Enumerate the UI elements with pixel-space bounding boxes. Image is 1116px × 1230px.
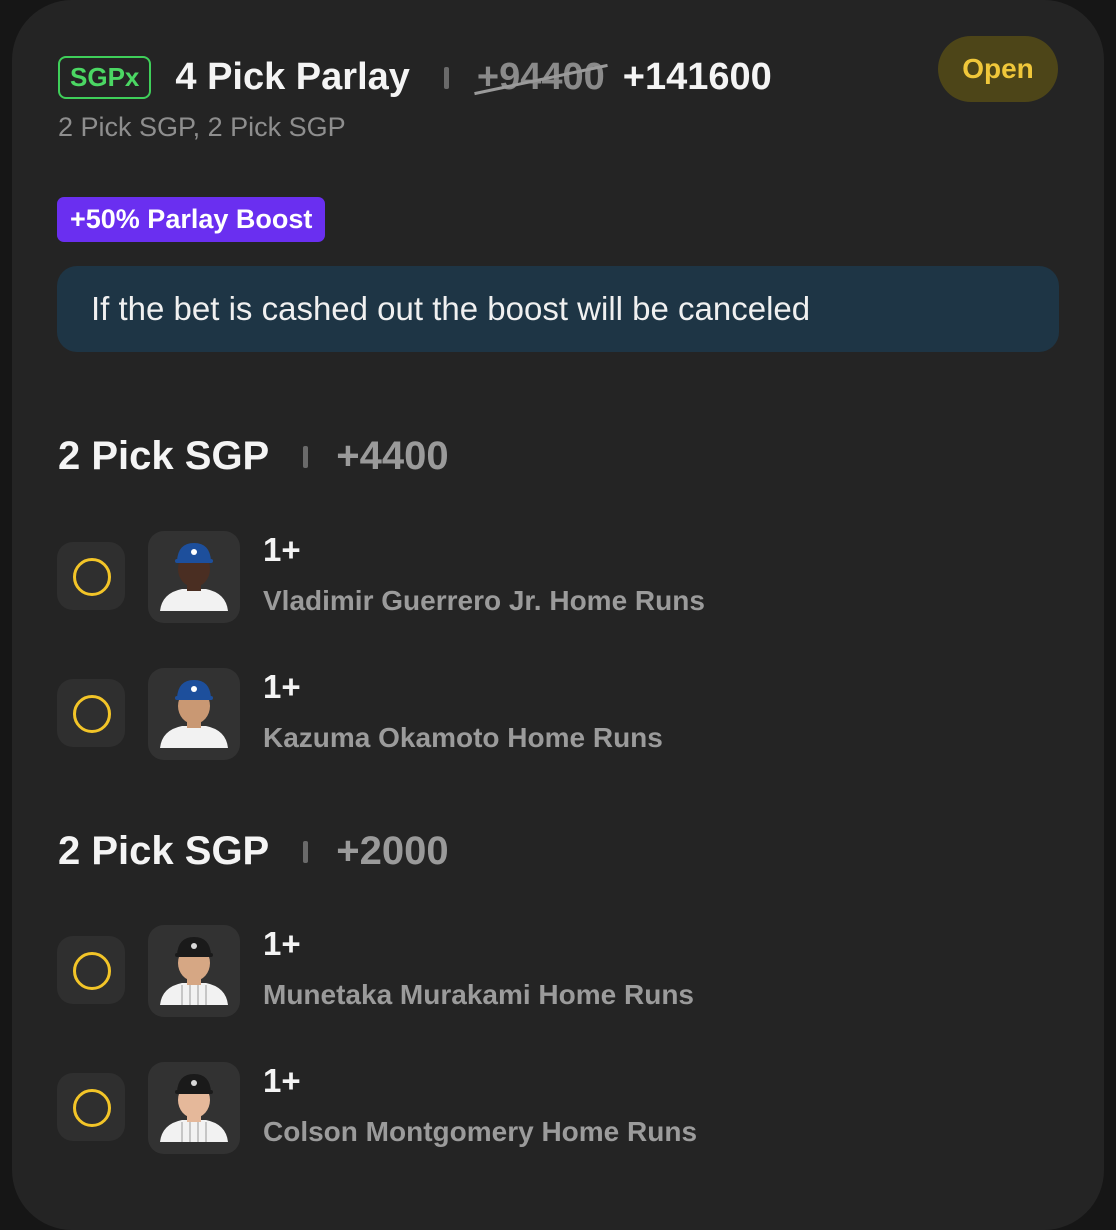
leg-item[interactable]: 1+ Kazuma Okamoto Home Runs bbox=[57, 668, 1057, 760]
player-avatar bbox=[148, 531, 240, 623]
group-title: 2 Pick SGP bbox=[58, 829, 270, 873]
leg-line: 1+ bbox=[263, 1062, 301, 1099]
boosted-odds: +141600 bbox=[622, 56, 772, 98]
original-odds: +94400 bbox=[474, 56, 608, 99]
group-header: 2 Pick SGP +4400 bbox=[58, 434, 449, 479]
leg-status bbox=[57, 936, 125, 1004]
bet-header: SGPx 4 Pick Parlay +94400 +141600 bbox=[58, 56, 772, 99]
player-avatar bbox=[148, 1062, 240, 1154]
group-divider bbox=[303, 840, 309, 863]
parlay-title: 4 Pick Parlay bbox=[175, 56, 410, 98]
radio-unselected-icon bbox=[73, 558, 111, 596]
status-badge: Open bbox=[938, 36, 1058, 102]
parlay-boost-badge: +50% Parlay Boost bbox=[57, 197, 326, 242]
headshot-cap-logo bbox=[191, 686, 197, 692]
leg-market: Munetaka Murakami Home Runs bbox=[263, 979, 694, 1010]
boost-notice-text: If the bet is cashed out the boost will … bbox=[91, 290, 811, 327]
radio-unselected-icon bbox=[73, 1089, 111, 1127]
headshot-jersey bbox=[160, 983, 228, 1005]
leg-item[interactable]: 1+ Colson Montgomery Home Runs bbox=[57, 1062, 1057, 1154]
group-divider bbox=[303, 445, 309, 468]
leg-market: Vladimir Guerrero Jr. Home Runs bbox=[263, 585, 705, 616]
leg-status bbox=[57, 542, 125, 610]
player-headshot bbox=[160, 543, 228, 611]
player-headshot bbox=[160, 1074, 228, 1142]
headshot-cap-logo bbox=[191, 943, 197, 949]
radio-unselected-icon bbox=[73, 695, 111, 733]
leg-status bbox=[57, 1073, 125, 1141]
player-avatar bbox=[148, 668, 240, 760]
group-odds: +4400 bbox=[336, 434, 449, 478]
leg-item[interactable]: 1+ Vladimir Guerrero Jr. Home Runs bbox=[57, 531, 1057, 623]
bet-subtitle: 2 Pick SGP, 2 Pick SGP bbox=[58, 112, 346, 142]
group-header: 2 Pick SGP +2000 bbox=[58, 829, 449, 874]
sgpx-badge: SGPx bbox=[58, 56, 152, 99]
group-odds: +2000 bbox=[336, 829, 449, 873]
headshot-cap-logo bbox=[191, 1080, 197, 1086]
leg-line: 1+ bbox=[263, 668, 301, 705]
bet-card: SGPx 4 Pick Parlay +94400 +141600 Open 2… bbox=[12, 0, 1104, 1230]
headshot-cap-brim bbox=[175, 559, 213, 563]
headshot-jersey bbox=[160, 1120, 228, 1142]
leg-line: 1+ bbox=[263, 531, 301, 568]
leg-market: Kazuma Okamoto Home Runs bbox=[263, 722, 663, 753]
headshot-cap-brim bbox=[175, 953, 213, 957]
player-avatar bbox=[148, 925, 240, 1017]
leg-market: Colson Montgomery Home Runs bbox=[263, 1116, 698, 1147]
headshot-cap-brim bbox=[175, 696, 213, 700]
leg-line: 1+ bbox=[263, 925, 301, 962]
radio-unselected-icon bbox=[73, 952, 111, 990]
group-title: 2 Pick SGP bbox=[58, 434, 270, 478]
headshot-jersey bbox=[160, 589, 228, 611]
player-headshot bbox=[160, 680, 228, 748]
boost-notice: If the bet is cashed out the boost will … bbox=[57, 266, 1059, 352]
status-label: Open bbox=[962, 53, 1034, 84]
headshot-cap-brim bbox=[175, 1090, 213, 1094]
headshot-jersey bbox=[160, 726, 228, 748]
leg-item[interactable]: 1+ Munetaka Murakami Home Runs bbox=[57, 925, 1057, 1017]
leg-status bbox=[57, 679, 125, 747]
odds-divider bbox=[443, 66, 449, 89]
headshot-cap-logo bbox=[191, 549, 197, 555]
player-headshot bbox=[160, 937, 228, 1005]
